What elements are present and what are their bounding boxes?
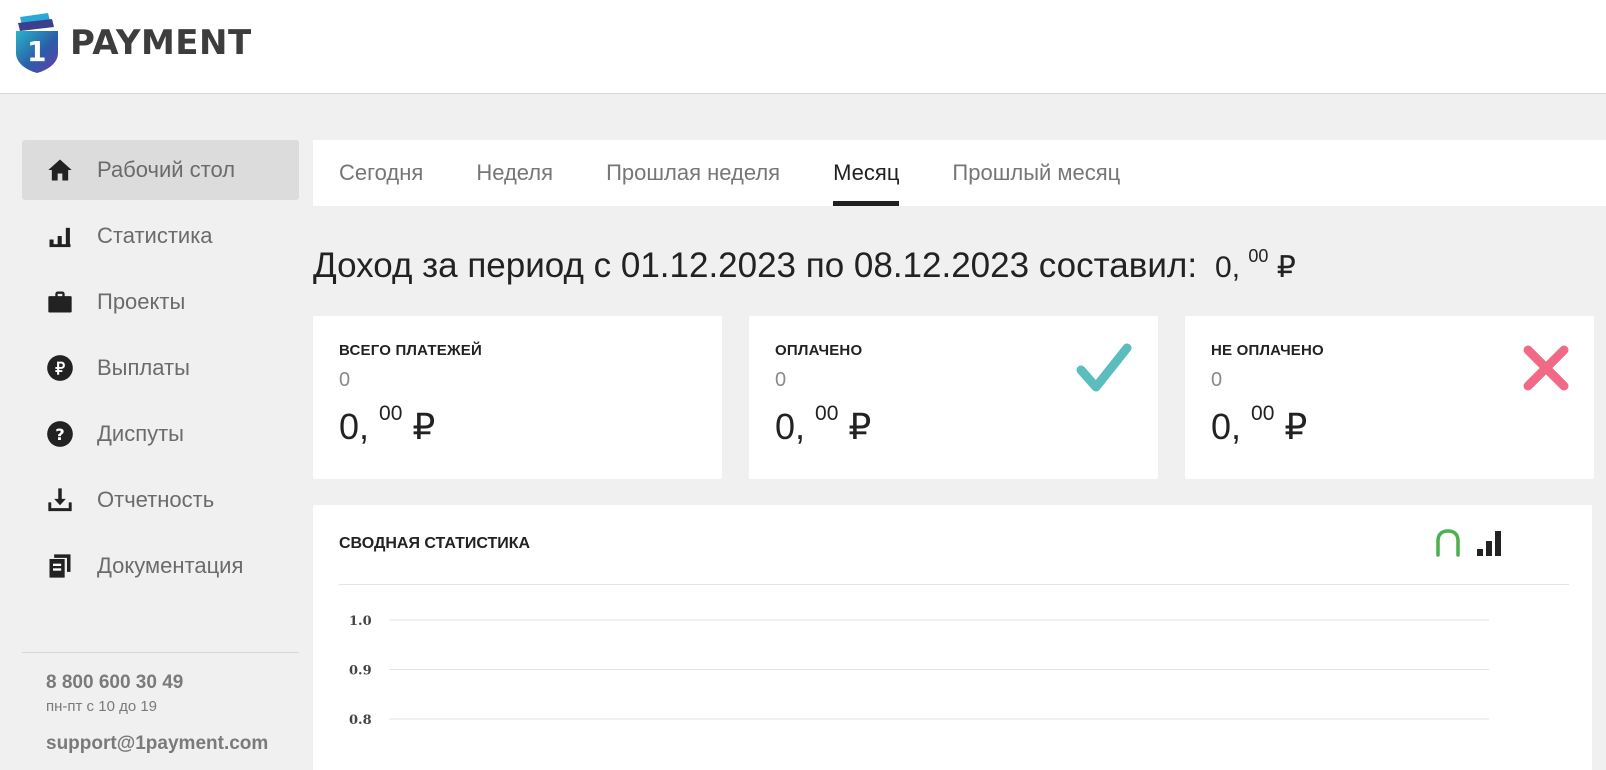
amount-whole: 0,	[1215, 251, 1241, 284]
income-text: Доход за период с 01.12.2023 по 08.12.20…	[313, 246, 1198, 285]
income-summary: Доход за период с 01.12.2023 по 08.12.20…	[313, 246, 1296, 286]
card-unpaid: НЕ ОПЛАЧЕНО 0 0, 00 ₽	[1185, 316, 1594, 479]
chart-type-toggle	[1434, 529, 1504, 562]
card-sum: 0, 00 ₽	[339, 402, 696, 448]
tab-today[interactable]: Сегодня	[339, 140, 423, 206]
ruble-icon	[46, 354, 74, 382]
card-paid: ОПЛАЧЕНО 0 0, 00 ₽	[749, 316, 1158, 479]
card-sum: 0, 00 ₽	[775, 402, 1132, 448]
cross-icon	[1522, 344, 1570, 397]
sidebar-item-projects[interactable]: Проекты	[22, 272, 299, 332]
y-tick-label: 0.9	[349, 664, 372, 679]
sidebar-item-reports[interactable]: Отчетность	[22, 470, 299, 530]
sidebar-item-payouts[interactable]: Выплаты	[22, 338, 299, 398]
amount-cents: 00	[1248, 246, 1269, 266]
panel-title: СВОДНАЯ СТАТИСТИКА	[339, 535, 531, 552]
sidebar-item-dashboard[interactable]: Рабочий стол	[22, 140, 299, 200]
sidebar-item-label: Проекты	[97, 289, 186, 314]
bar-chart-toggle-icon[interactable]	[1476, 529, 1504, 562]
sidebar-item-label: Статистика	[97, 223, 213, 248]
sidebar-item-documentation[interactable]: Документация	[22, 536, 299, 596]
briefcase-icon	[46, 288, 74, 316]
income-amount: 0, 00 ₽	[1215, 246, 1296, 285]
stats-icon	[46, 222, 74, 250]
line-chart-toggle-icon[interactable]	[1434, 529, 1462, 562]
currency-symbol: ₽	[412, 406, 436, 447]
support-email[interactable]: support@1payment.com	[46, 733, 268, 755]
amount-whole: 0,	[339, 406, 370, 447]
amount-whole: 0,	[775, 406, 806, 447]
sidebar-item-label: Документация	[97, 553, 244, 578]
card-total-payments: ВСЕГО ПЛАТЕЖЕЙ 0 0, 00 ₽	[313, 316, 722, 479]
sidebar-item-label: Диспуты	[97, 421, 184, 446]
sidebar-item-label: Выплаты	[97, 355, 190, 380]
check-icon	[1076, 342, 1132, 399]
top-bar: 1 PAYMENT	[0, 0, 1606, 94]
question-icon: ?	[46, 420, 74, 448]
sidebar-divider	[22, 652, 299, 653]
support-contacts: 8 800 600 30 49 пн-пт с 10 до 19 support…	[46, 672, 268, 755]
tab-last-week[interactable]: Прошлая неделя	[606, 140, 780, 206]
support-hours: пн-пт с 10 до 19	[46, 698, 158, 715]
currency-symbol: ₽	[1276, 251, 1296, 284]
home-icon	[46, 156, 74, 184]
amount-whole: 0,	[1211, 406, 1242, 447]
svg-text:?: ?	[55, 425, 64, 444]
brand-name: PAYMENT	[70, 23, 252, 63]
y-tick-label: 1.0	[349, 614, 372, 629]
logo-shield-icon: 1	[14, 13, 60, 73]
amount-cents: 00	[379, 402, 403, 425]
sidebar: Рабочий стол Статистика Проекты Выплаты …	[22, 140, 299, 602]
sidebar-item-label: Рабочий стол	[97, 157, 236, 182]
amount-cents: 00	[815, 402, 839, 425]
card-count: 0	[339, 369, 351, 391]
sidebar-item-disputes[interactable]: ? Диспуты	[22, 404, 299, 464]
amount-cents: 00	[1251, 402, 1275, 425]
logo-digit: 1	[27, 35, 47, 68]
download-icon	[46, 486, 74, 514]
y-tick-label: 0.8	[349, 713, 372, 728]
summary-statistics-panel: СВОДНАЯ СТАТИСТИКА 1.0 0.9 0.8	[313, 505, 1592, 770]
logo[interactable]: 1 PAYMENT	[14, 12, 252, 74]
support-phone[interactable]: 8 800 600 30 49	[46, 672, 268, 694]
tab-last-month[interactable]: Прошлый месяц	[952, 140, 1120, 206]
panel-divider	[339, 584, 1569, 585]
tab-month[interactable]: Месяц	[833, 140, 900, 206]
sidebar-item-label: Отчетность	[97, 487, 215, 512]
currency-symbol: ₽	[848, 406, 872, 447]
card-sum: 0, 00 ₽	[1211, 402, 1568, 448]
tab-week[interactable]: Неделя	[476, 140, 553, 206]
period-tabs: Сегодня Неделя Прошлая неделя Месяц Прош…	[313, 140, 1606, 206]
sidebar-item-statistics[interactable]: Статистика	[22, 206, 299, 266]
card-count: 0	[1211, 369, 1223, 391]
documents-icon	[46, 552, 74, 580]
card-title: НЕ ОПЛАЧЕНО	[1211, 342, 1324, 359]
currency-symbol: ₽	[1284, 406, 1308, 447]
summary-line-chart: 1.0 0.9 0.8	[349, 614, 1489, 728]
card-title: ВСЕГО ПЛАТЕЖЕЙ	[339, 342, 482, 359]
